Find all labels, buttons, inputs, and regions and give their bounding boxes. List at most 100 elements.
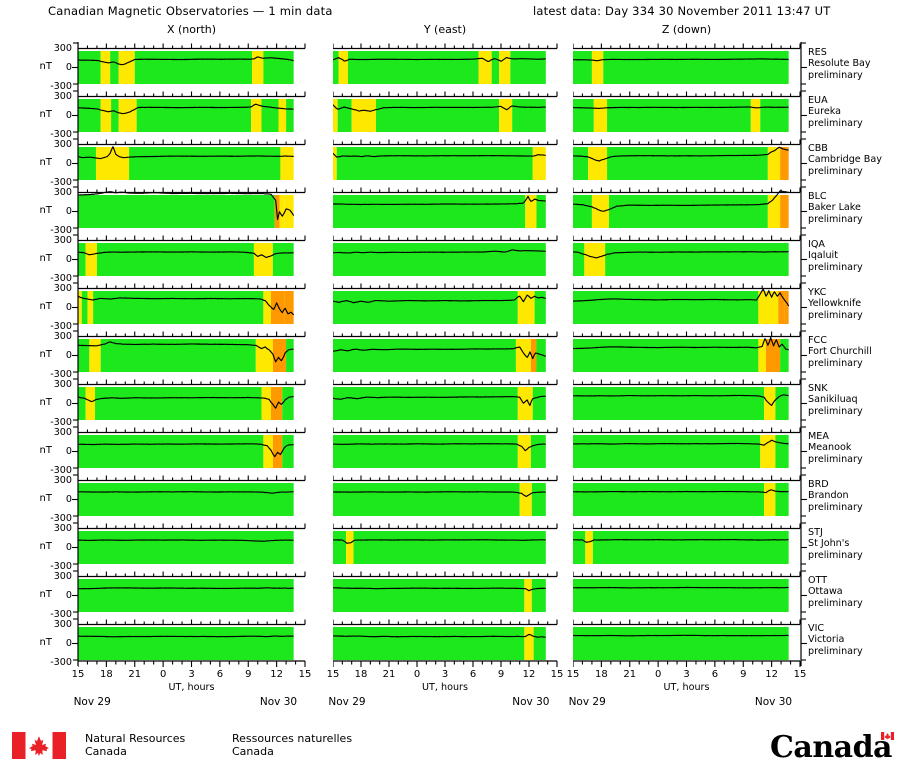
y-tick-label: 0 xyxy=(65,493,72,505)
activity-band-g xyxy=(533,627,546,660)
panel-axis xyxy=(78,331,306,338)
activity-band-g xyxy=(775,387,789,420)
panel-fcc-x xyxy=(78,331,306,372)
panel-axis xyxy=(78,571,306,578)
panel-snk-x xyxy=(78,379,306,420)
panel-ykc-x xyxy=(78,283,306,324)
y-tick-label: 0 xyxy=(65,589,72,601)
canada-wordmark: Canada xyxy=(770,730,892,765)
panel-axis xyxy=(573,523,801,530)
activity-band-g xyxy=(78,483,294,516)
panel-axis xyxy=(333,43,558,50)
y-tick-label: 0 xyxy=(65,205,72,217)
station-code: YKC xyxy=(808,287,827,298)
panel-axis xyxy=(78,523,306,530)
activity-band-g xyxy=(775,483,789,516)
panel-axis xyxy=(78,379,306,386)
station-code: VIC xyxy=(808,623,825,634)
activity-band-y xyxy=(532,147,546,180)
y-tick-label: 0 xyxy=(65,397,72,409)
panel-fcc-z xyxy=(573,331,801,372)
activity-band-g xyxy=(282,387,294,420)
x-tick-label: 21 xyxy=(382,669,396,680)
station-label-ott: OTT Ottawa preliminary xyxy=(808,575,863,609)
panel-brd-z xyxy=(573,475,801,516)
activity-band-y xyxy=(253,243,273,276)
activity-band-g xyxy=(333,339,516,372)
activity-band-o xyxy=(780,147,789,180)
station-label-res: RES Resolute Bay preliminary xyxy=(808,47,871,81)
activity-band-g xyxy=(78,435,264,468)
panel-axis xyxy=(573,43,801,50)
panel-axis xyxy=(333,475,558,482)
activity-band-y xyxy=(758,339,766,372)
activity-band-g xyxy=(510,51,546,84)
panel-cbb-x xyxy=(78,139,306,180)
panel-axis xyxy=(573,427,801,434)
panel-axis xyxy=(78,235,306,242)
data-trace xyxy=(573,634,789,637)
activity-band-y xyxy=(95,147,130,180)
station-label-blc: BLC Baker Lake preliminary xyxy=(808,191,863,225)
x-tick-label: 18 xyxy=(354,669,368,680)
activity-band-o xyxy=(284,291,294,324)
panel-axis xyxy=(573,187,801,194)
activity-band-y xyxy=(87,291,94,324)
y-tick-label: 300 xyxy=(53,91,72,102)
activity-band-y xyxy=(524,579,532,612)
activity-band-g xyxy=(78,627,294,660)
panel-axis xyxy=(333,91,558,98)
activity-band-g xyxy=(81,291,88,324)
activity-band-y xyxy=(525,195,537,228)
x-date-end: Nov 30 xyxy=(754,696,793,708)
activity-band-g xyxy=(96,243,254,276)
activity-band-g xyxy=(78,195,275,228)
panel-blc-x xyxy=(78,187,306,228)
nrcan-fr-line2: Canada xyxy=(232,745,274,758)
y-tick-label: 300 xyxy=(53,379,72,390)
panel-ott-x xyxy=(78,571,306,612)
nrcan-french-wordmark: Ressources naturelles Canada xyxy=(232,732,352,758)
station-status: preliminary xyxy=(808,645,863,657)
panel-fcc-y xyxy=(333,331,558,372)
activity-band-y xyxy=(764,483,776,516)
activity-band-g xyxy=(573,531,586,564)
footer: Natural Resources Canada Ressources natu… xyxy=(0,716,900,770)
activity-band-g xyxy=(333,435,518,468)
y-tick-label: 0 xyxy=(65,637,72,649)
activity-band-g xyxy=(573,483,765,516)
activity-band-y xyxy=(588,147,608,180)
activity-band-g xyxy=(111,99,119,132)
station-status: preliminary xyxy=(808,117,863,129)
activity-band-g xyxy=(780,339,789,372)
activity-band-g xyxy=(534,291,546,324)
x-tick-label: 6 xyxy=(469,669,477,680)
panel-axis xyxy=(333,235,558,242)
station-label-brd: BRD Brandon preliminary xyxy=(808,479,863,513)
y-tick-label: 0 xyxy=(65,349,72,361)
panel-res-y xyxy=(333,43,558,84)
panel-axis xyxy=(333,331,558,338)
panel-axis xyxy=(573,283,801,290)
activity-band-g xyxy=(78,579,294,612)
panel-brd-y xyxy=(333,475,558,516)
activity-band-g xyxy=(353,531,546,564)
x-date-start: Nov 29 xyxy=(73,696,111,708)
activity-band-y xyxy=(333,147,337,180)
activity-band-g xyxy=(573,291,759,324)
activity-band-y xyxy=(584,243,606,276)
activity-band-o xyxy=(272,435,283,468)
activity-band-g xyxy=(286,339,294,372)
x-tick-label: 15 xyxy=(566,669,580,680)
station-name: Meanook xyxy=(808,442,852,454)
y-tick-label: 300 xyxy=(53,139,72,150)
x-tick-label: 12 xyxy=(270,669,283,680)
canada-flag-icon xyxy=(12,732,66,759)
station-name: Cambridge Bay xyxy=(808,154,882,166)
activity-band-y xyxy=(252,51,264,84)
station-name: Baker Lake xyxy=(808,202,861,214)
activity-band-y xyxy=(346,531,354,564)
panel-axis xyxy=(573,235,801,242)
activity-band-y xyxy=(278,99,287,132)
x-tick-label: 0 xyxy=(654,669,662,680)
